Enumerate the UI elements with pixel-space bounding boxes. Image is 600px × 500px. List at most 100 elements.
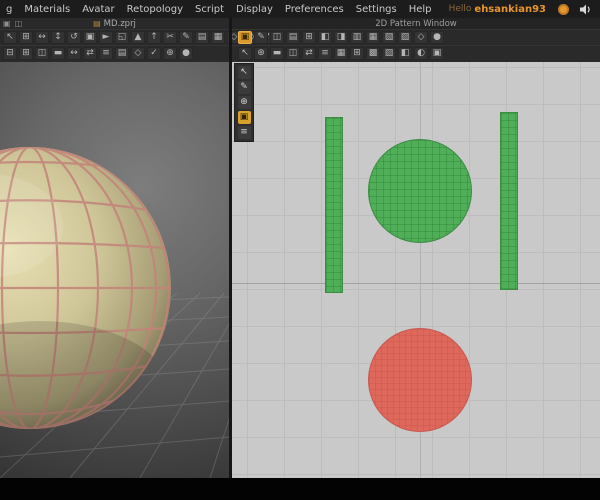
- window-layout-icons[interactable]: ▣ ◫: [3, 18, 22, 29]
- snap-icon[interactable]: ▣: [430, 47, 444, 60]
- pen-icon[interactable]: ✎: [179, 31, 193, 44]
- generate-pattern-icon[interactable]: ◧: [318, 31, 332, 44]
- username-label[interactable]: ehsankian93: [474, 4, 546, 15]
- pane-title-row: ▣ ◫ ▤ MD.zprj 2D Pattern Window: [0, 18, 600, 29]
- show-grain-icon[interactable]: ▨: [382, 47, 396, 60]
- mesh-icon[interactable]: ▦: [211, 31, 225, 44]
- pin-icon[interactable]: ◱: [115, 31, 129, 44]
- toolbar-row-2: ⊟ ⊞ ◫ ▬ ↔ ⇄ ≡ ▤ ◇ ✓ ⊕ ● ↖ ⊕ ▬ ◫ ⇄ ≡ ▦ ⊞ ▩ ▨ ◧ ◐ ▣: [0, 45, 600, 62]
- layers-icon[interactable]: ≡: [99, 47, 113, 60]
- swap-icon[interactable]: ⇄: [83, 47, 97, 60]
- project-tab[interactable]: ▤ MD.zprj: [0, 18, 229, 29]
- free-sew-icon[interactable]: ▧: [382, 31, 396, 44]
- show-texture-icon[interactable]: ▩: [366, 47, 380, 60]
- side-list-icon[interactable]: ≡: [237, 126, 251, 139]
- marvelous-designer-window: g Materials Avatar Retopology Script Display P…: [0, 0, 600, 500]
- edit-pattern-icon[interactable]: ✎: [254, 31, 268, 44]
- half-icon[interactable]: ◧: [398, 47, 412, 60]
- record-icon[interactable]: ●: [179, 47, 193, 60]
- edit-curvature-icon[interactable]: ◫: [270, 31, 284, 44]
- menubar: g Materials Avatar Retopology Script Display P…: [0, 0, 600, 18]
- flatten-icon[interactable]: ▬: [51, 47, 65, 60]
- trace-icon[interactable]: ◨: [334, 31, 348, 44]
- pattern-side-toolbar: ↖ ✎ ⊕ ▣ ≡: [234, 63, 254, 142]
- menubar-items: g Materials Avatar Retopology Script Display P…: [0, 4, 438, 15]
- menu-retopology[interactable]: Retopology: [121, 4, 189, 15]
- project-file-icon: ▤: [93, 19, 101, 28]
- circle-pattern-icon[interactable]: ◫: [286, 47, 300, 60]
- greeting-label: Hello: [448, 4, 472, 14]
- window-layout-icon-2[interactable]: ◫: [15, 19, 23, 28]
- reset-view-icon[interactable]: ▣: [83, 31, 97, 44]
- side-select-icon[interactable]: ↖: [237, 66, 251, 79]
- add-pattern-icon[interactable]: ⊕: [254, 47, 268, 60]
- menu-script[interactable]: Script: [189, 4, 230, 15]
- volume-icon[interactable]: [579, 4, 592, 15]
- menu-partial[interactable]: g: [0, 4, 18, 15]
- expand-icon[interactable]: ⊞: [19, 47, 33, 60]
- menu-settings[interactable]: Settings: [350, 4, 403, 15]
- contrast-icon[interactable]: ◐: [414, 47, 428, 60]
- grading-icon[interactable]: ▨: [398, 31, 412, 44]
- mirror-h-icon[interactable]: ↔: [67, 47, 81, 60]
- toolbar2-right: ↖ ⊕ ▬ ◫ ⇄ ≡ ▦ ⊞ ▩ ▨ ◧ ◐ ▣: [237, 46, 445, 61]
- viewport-3d[interactable]: [0, 61, 229, 478]
- project-tab-label: MD.zprj: [103, 18, 136, 29]
- rect-pattern-icon[interactable]: ▬: [270, 47, 284, 60]
- pattern-window-title[interactable]: 2D Pattern Window: [232, 18, 600, 29]
- toolbar1-right: ▣ ✎ ◫ ▤ ⊞ ◧ ◨ ▥ ▦ ▧ ▨ ◇ ●: [237, 30, 445, 45]
- collapse-icon[interactable]: ⊟: [3, 47, 17, 60]
- window-layout-icon-1[interactable]: ▣: [3, 19, 11, 28]
- edit-curve-point-icon[interactable]: ▤: [286, 31, 300, 44]
- toolbar2-left: ⊟ ⊞ ◫ ▬ ↔ ⇄ ≡ ▤ ◇ ✓ ⊕ ●: [2, 46, 194, 61]
- sync-icon[interactable]: ⇄: [302, 47, 316, 60]
- side-edit-icon[interactable]: ✎: [237, 81, 251, 94]
- gizmo-icon[interactable]: ▲: [131, 31, 145, 44]
- menu-preferences[interactable]: Preferences: [279, 4, 350, 15]
- pattern-strip-left[interactable]: [325, 117, 343, 293]
- credits-icon[interactable]: [558, 3, 569, 15]
- pattern-strip-right[interactable]: [500, 112, 518, 290]
- sew-icon[interactable]: ▦: [366, 31, 380, 44]
- show-mesh-icon[interactable]: ▦: [334, 47, 348, 60]
- rotate-view-icon[interactable]: ↺: [67, 31, 81, 44]
- check-icon[interactable]: ✓: [147, 47, 161, 60]
- pattern-window-title-label: 2D Pattern Window: [375, 18, 457, 29]
- zoom-icon[interactable]: ↕: [51, 31, 65, 44]
- select-box-icon[interactable]: ⊞: [19, 31, 33, 44]
- add-icon[interactable]: ⊕: [163, 47, 177, 60]
- add-point-icon[interactable]: ⊞: [302, 31, 316, 44]
- pattern-canvas-2d[interactable]: ↖ ✎ ⊕ ▣ ≡: [232, 61, 600, 478]
- fabric-icon[interactable]: ▤: [115, 47, 129, 60]
- side-texture-icon[interactable]: ▣: [237, 111, 251, 124]
- menu-display[interactable]: Display: [230, 4, 279, 15]
- pattern-circle-bottom[interactable]: [368, 328, 472, 432]
- texture-icon[interactable]: ◇: [414, 31, 428, 44]
- pattern-outline-icon[interactable]: ▤: [195, 31, 209, 44]
- show-grid-icon[interactable]: ⊞: [350, 47, 364, 60]
- cut-icon[interactable]: ▥: [350, 31, 364, 44]
- list-icon[interactable]: ≡: [318, 47, 332, 60]
- arrange-icon[interactable]: ↑: [147, 31, 161, 44]
- menu-materials[interactable]: Materials: [18, 4, 76, 15]
- side-transform-icon[interactable]: ⊕: [237, 96, 251, 109]
- more-2d-icon[interactable]: ●: [430, 31, 444, 44]
- horizontal-axis-line: [232, 283, 600, 284]
- pane-divider[interactable]: [229, 18, 232, 478]
- pin-tack-icon[interactable]: ◇: [131, 47, 145, 60]
- quilted-sphere-garment[interactable]: [0, 147, 171, 461]
- simulate-icon[interactable]: ►: [99, 31, 113, 44]
- select-move-icon[interactable]: ↖: [3, 31, 17, 44]
- toolbar1-left: ↖⊞↔↕↺▣►◱▲↑✂✎▤▦◇◐▼: [2, 30, 274, 45]
- menu-avatar[interactable]: Avatar: [76, 4, 120, 15]
- select-2d-icon[interactable]: ↖: [238, 47, 252, 60]
- menu-help[interactable]: Help: [403, 4, 438, 15]
- transform-pattern-icon[interactable]: ▣: [238, 31, 252, 44]
- pattern-circle-top[interactable]: [368, 139, 472, 243]
- scissors-icon[interactable]: ✂: [163, 31, 177, 44]
- pan-icon[interactable]: ↔: [35, 31, 49, 44]
- toolbar-row-1: ↖⊞↔↕↺▣►◱▲↑✂✎▤▦◇◐▼ ▣✎◫▤⊞◧◨▥▦▧▨◇●: [0, 29, 600, 46]
- window-split-icon[interactable]: ◫: [35, 47, 49, 60]
- viewport-3d-canvas: [0, 147, 229, 478]
- bottom-bar: [0, 478, 600, 500]
